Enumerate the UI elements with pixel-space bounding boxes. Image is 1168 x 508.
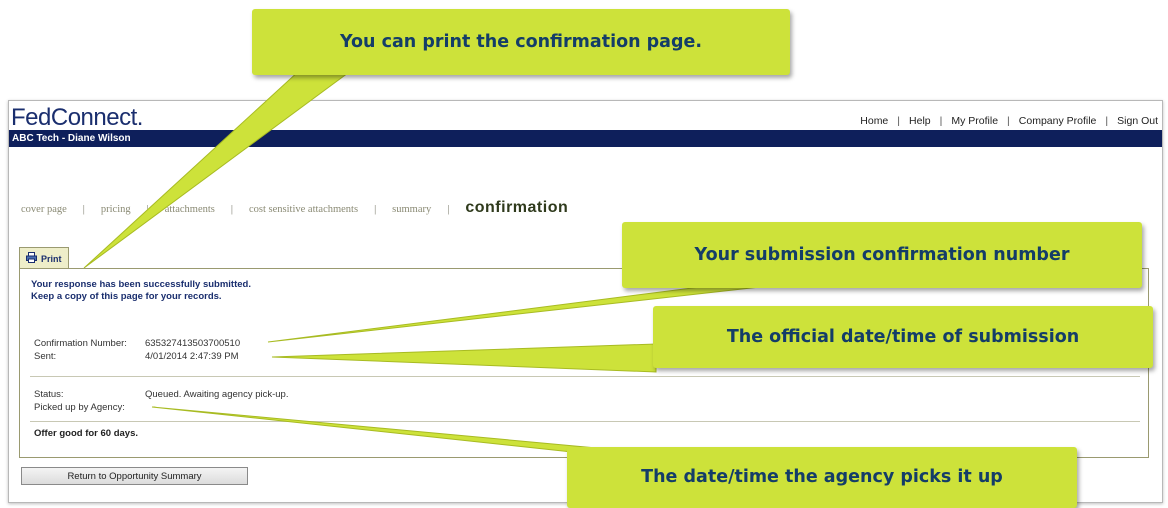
nav-separator: | <box>939 115 943 127</box>
agency-pickup-callout: The date/time the agency picks it up <box>567 447 1077 508</box>
user-bar: ABC Tech - Diane Wilson <box>9 130 1162 147</box>
status-label: Status: <box>34 389 64 400</box>
step-cost-sensitive-attachments[interactable]: cost sensitive attachments <box>249 204 358 215</box>
print-callout: You can print the confirmation page. <box>252 9 790 75</box>
success-message: Your response has been successfully subm… <box>31 279 251 303</box>
return-to-opportunity-summary-button[interactable]: Return to Opportunity Summary <box>21 467 248 485</box>
success-message-line2: Keep a copy of this page for your record… <box>31 291 222 302</box>
step-separator: | <box>82 204 85 215</box>
status-value: Queued. Awaiting agency pick-up. <box>145 389 289 400</box>
nav-separator: | <box>897 115 901 127</box>
nav-company-profile-link[interactable]: Company Profile <box>1019 115 1097 127</box>
divider <box>30 421 1140 422</box>
print-tab-label: Print <box>41 254 62 264</box>
picked-up-by-agency-label: Picked up by Agency: <box>34 402 125 413</box>
success-message-line1: Your response has been successfully subm… <box>31 279 251 290</box>
confirmation-number-callout: Your submission confirmation number <box>622 222 1142 288</box>
nav-separator: | <box>1105 115 1109 127</box>
nav-help-link[interactable]: Help <box>909 115 931 127</box>
step-pricing[interactable]: pricing <box>101 204 131 215</box>
sent-label: Sent: <box>34 351 57 362</box>
step-separator: | <box>447 204 450 215</box>
nav-home-link[interactable]: Home <box>860 115 888 127</box>
step-navigation: cover page | pricing | attachments | cost sens… <box>21 199 568 217</box>
step-cover-page[interactable]: cover page <box>21 204 67 215</box>
step-confirmation-current: confirmation <box>465 199 569 216</box>
nav-my-profile-link[interactable]: My Profile <box>951 115 998 127</box>
step-summary[interactable]: summary <box>392 204 431 215</box>
nav-sign-out-link[interactable]: Sign Out <box>1117 115 1158 127</box>
step-attachments[interactable]: attachments <box>165 204 215 215</box>
fedconnect-logo: FedConnect. <box>11 104 143 131</box>
fedconnect-window: FedConnect. Home | Help | My Profile | Company… <box>8 100 1163 503</box>
step-separator: | <box>230 204 233 215</box>
confirmation-number-label: Confirmation Number: <box>34 338 127 349</box>
sent-value: 4/01/2014 2:47:39 PM <box>145 351 239 362</box>
offer-validity-text: Offer good for 60 days. <box>34 428 138 439</box>
step-separator: | <box>374 204 377 215</box>
divider <box>30 376 1140 377</box>
confirmation-number-value: 635327413503700510 <box>145 338 241 349</box>
nav-separator: | <box>1007 115 1010 127</box>
official-time-callout: The official date/time of submission <box>653 306 1153 368</box>
step-separator: | <box>146 204 149 215</box>
top-nav: Home | Help | My Profile | Company Profile | Sig… <box>860 115 1158 127</box>
print-tab[interactable]: Print <box>19 247 69 269</box>
